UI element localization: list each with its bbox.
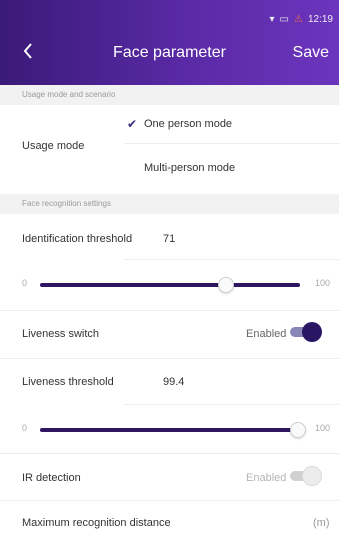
liveness-threshold-value[interactable]: 99.4 (163, 376, 184, 388)
slider-thumb[interactable] (290, 422, 306, 438)
liveness-threshold-slider[interactable]: 0 100 (22, 421, 339, 441)
slider-min-label: 0 (22, 278, 28, 288)
liveness-threshold-label: Liveness threshold (22, 376, 114, 388)
liveness-switch-label: Liveness switch (22, 328, 100, 340)
ir-detection-state: Enabled (246, 472, 287, 484)
slider-max-label: 100 (314, 278, 330, 288)
slider-max-label: 100 (314, 423, 330, 433)
identification-threshold-slider[interactable]: 0 100 (22, 276, 339, 296)
ir-detection-toggle[interactable] (290, 466, 322, 486)
checkmark-icon: ✔ (127, 117, 138, 131)
divider (124, 404, 339, 405)
cloud-warning-icon: ⚠ (294, 13, 303, 25)
slider-track[interactable] (40, 428, 300, 432)
save-button[interactable]: Save (293, 44, 329, 62)
liveness-switch-toggle[interactable] (290, 322, 322, 342)
divider (0, 500, 339, 501)
slider-thumb[interactable] (218, 277, 234, 293)
identification-threshold-value[interactable]: 71 (163, 233, 175, 245)
divider (124, 259, 339, 260)
ethernet-icon: ▭ (279, 13, 289, 25)
max-recognition-distance-label: Maximum recognition distance (22, 517, 171, 529)
app-header: ▾ ▭ ⚠ 12:19 Face parameter Save (0, 0, 339, 85)
section-face-recognition: Face recognition settings (0, 194, 339, 214)
page-title: Face parameter (113, 44, 226, 61)
liveness-switch-state: Enabled (246, 328, 287, 340)
divider (0, 453, 339, 454)
status-bar: ▾ ▭ ⚠ 12:19 (270, 14, 333, 25)
option-multi-person-mode[interactable]: Multi-person mode (144, 162, 235, 174)
identification-threshold-label: Identification threshold (22, 233, 133, 245)
divider (0, 358, 339, 359)
divider (0, 310, 339, 311)
slider-min-label: 0 (22, 423, 28, 433)
section-usage-mode: Usage mode and scenario (0, 85, 339, 105)
ir-detection-label: IR detection (22, 472, 81, 484)
usage-mode-label: Usage mode (22, 140, 85, 152)
max-recognition-distance-unit: (m) (313, 517, 330, 529)
option-one-person-mode[interactable]: One person mode (144, 118, 232, 130)
divider (124, 143, 339, 144)
slider-track[interactable] (40, 283, 300, 287)
status-time: 12:19 (307, 14, 333, 25)
wifi-icon: ▾ (269, 13, 275, 25)
